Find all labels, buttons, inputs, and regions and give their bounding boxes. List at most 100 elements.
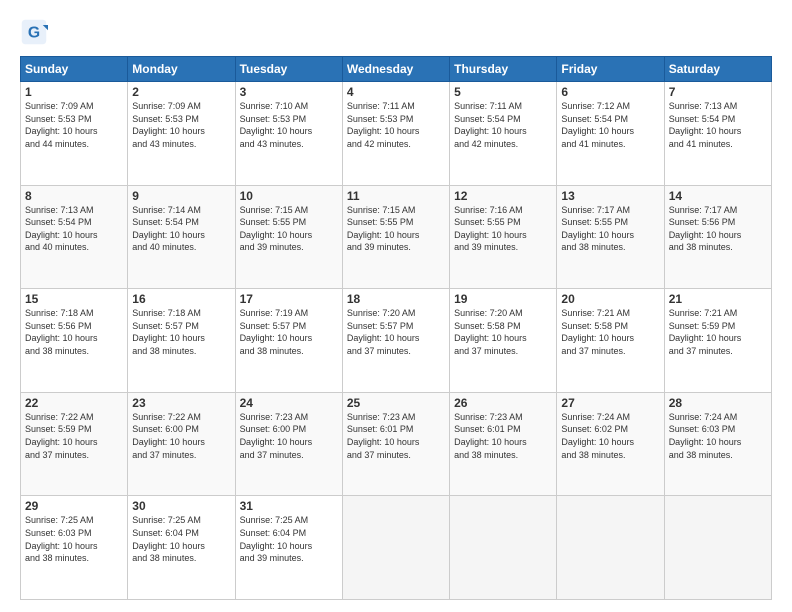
calendar-cell: 20Sunrise: 7:21 AMSunset: 5:58 PMDayligh… <box>557 289 664 393</box>
day-info: Sunrise: 7:24 AMSunset: 6:03 PMDaylight:… <box>669 411 767 461</box>
day-number: 22 <box>25 396 123 410</box>
day-info: Sunrise: 7:11 AMSunset: 5:53 PMDaylight:… <box>347 100 445 150</box>
day-info: Sunrise: 7:23 AMSunset: 6:01 PMDaylight:… <box>347 411 445 461</box>
calendar-cell: 7Sunrise: 7:13 AMSunset: 5:54 PMDaylight… <box>664 82 771 186</box>
day-number: 30 <box>132 499 230 513</box>
day-number: 12 <box>454 189 552 203</box>
day-number: 25 <box>347 396 445 410</box>
day-info: Sunrise: 7:17 AMSunset: 5:55 PMDaylight:… <box>561 204 659 254</box>
calendar-cell: 25Sunrise: 7:23 AMSunset: 6:01 PMDayligh… <box>342 392 449 496</box>
day-info: Sunrise: 7:23 AMSunset: 6:00 PMDaylight:… <box>240 411 338 461</box>
calendar-cell: 8Sunrise: 7:13 AMSunset: 5:54 PMDaylight… <box>21 185 128 289</box>
calendar-cell: 14Sunrise: 7:17 AMSunset: 5:56 PMDayligh… <box>664 185 771 289</box>
day-info: Sunrise: 7:17 AMSunset: 5:56 PMDaylight:… <box>669 204 767 254</box>
day-number: 23 <box>132 396 230 410</box>
calendar-week-1: 1Sunrise: 7:09 AMSunset: 5:53 PMDaylight… <box>21 82 772 186</box>
calendar-cell: 30Sunrise: 7:25 AMSunset: 6:04 PMDayligh… <box>128 496 235 600</box>
day-info: Sunrise: 7:15 AMSunset: 5:55 PMDaylight:… <box>347 204 445 254</box>
day-info: Sunrise: 7:20 AMSunset: 5:58 PMDaylight:… <box>454 307 552 357</box>
day-number: 16 <box>132 292 230 306</box>
calendar-header-row: SundayMondayTuesdayWednesdayThursdayFrid… <box>21 57 772 82</box>
day-info: Sunrise: 7:09 AMSunset: 5:53 PMDaylight:… <box>25 100 123 150</box>
calendar-cell: 28Sunrise: 7:24 AMSunset: 6:03 PMDayligh… <box>664 392 771 496</box>
day-number: 13 <box>561 189 659 203</box>
day-info: Sunrise: 7:10 AMSunset: 5:53 PMDaylight:… <box>240 100 338 150</box>
day-info: Sunrise: 7:19 AMSunset: 5:57 PMDaylight:… <box>240 307 338 357</box>
calendar-cell: 10Sunrise: 7:15 AMSunset: 5:55 PMDayligh… <box>235 185 342 289</box>
day-info: Sunrise: 7:25 AMSunset: 6:03 PMDaylight:… <box>25 514 123 564</box>
day-info: Sunrise: 7:14 AMSunset: 5:54 PMDaylight:… <box>132 204 230 254</box>
day-info: Sunrise: 7:25 AMSunset: 6:04 PMDaylight:… <box>240 514 338 564</box>
calendar-cell: 11Sunrise: 7:15 AMSunset: 5:55 PMDayligh… <box>342 185 449 289</box>
calendar-cell: 13Sunrise: 7:17 AMSunset: 5:55 PMDayligh… <box>557 185 664 289</box>
day-number: 4 <box>347 85 445 99</box>
calendar-cell: 15Sunrise: 7:18 AMSunset: 5:56 PMDayligh… <box>21 289 128 393</box>
logo-icon: G <box>20 18 48 46</box>
day-number: 5 <box>454 85 552 99</box>
day-header-monday: Monday <box>128 57 235 82</box>
day-number: 9 <box>132 189 230 203</box>
day-number: 19 <box>454 292 552 306</box>
calendar-week-3: 15Sunrise: 7:18 AMSunset: 5:56 PMDayligh… <box>21 289 772 393</box>
calendar-cell: 4Sunrise: 7:11 AMSunset: 5:53 PMDaylight… <box>342 82 449 186</box>
day-header-friday: Friday <box>557 57 664 82</box>
calendar-cell: 2Sunrise: 7:09 AMSunset: 5:53 PMDaylight… <box>128 82 235 186</box>
calendar-cell <box>450 496 557 600</box>
calendar-week-2: 8Sunrise: 7:13 AMSunset: 5:54 PMDaylight… <box>21 185 772 289</box>
calendar-table: SundayMondayTuesdayWednesdayThursdayFrid… <box>20 56 772 600</box>
day-info: Sunrise: 7:21 AMSunset: 5:59 PMDaylight:… <box>669 307 767 357</box>
day-number: 18 <box>347 292 445 306</box>
calendar-cell: 31Sunrise: 7:25 AMSunset: 6:04 PMDayligh… <box>235 496 342 600</box>
day-info: Sunrise: 7:24 AMSunset: 6:02 PMDaylight:… <box>561 411 659 461</box>
day-header-saturday: Saturday <box>664 57 771 82</box>
day-info: Sunrise: 7:21 AMSunset: 5:58 PMDaylight:… <box>561 307 659 357</box>
day-info: Sunrise: 7:22 AMSunset: 5:59 PMDaylight:… <box>25 411 123 461</box>
day-number: 17 <box>240 292 338 306</box>
day-header-tuesday: Tuesday <box>235 57 342 82</box>
day-info: Sunrise: 7:25 AMSunset: 6:04 PMDaylight:… <box>132 514 230 564</box>
day-number: 6 <box>561 85 659 99</box>
day-info: Sunrise: 7:22 AMSunset: 6:00 PMDaylight:… <box>132 411 230 461</box>
day-number: 26 <box>454 396 552 410</box>
page: G SundayMondayTuesdayWednesdayThursdayFr… <box>0 0 792 612</box>
calendar-cell: 16Sunrise: 7:18 AMSunset: 5:57 PMDayligh… <box>128 289 235 393</box>
calendar-cell: 21Sunrise: 7:21 AMSunset: 5:59 PMDayligh… <box>664 289 771 393</box>
day-number: 15 <box>25 292 123 306</box>
calendar-cell <box>664 496 771 600</box>
calendar-cell: 12Sunrise: 7:16 AMSunset: 5:55 PMDayligh… <box>450 185 557 289</box>
calendar-cell: 18Sunrise: 7:20 AMSunset: 5:57 PMDayligh… <box>342 289 449 393</box>
day-number: 7 <box>669 85 767 99</box>
day-number: 11 <box>347 189 445 203</box>
header: G <box>20 18 772 46</box>
calendar-cell: 9Sunrise: 7:14 AMSunset: 5:54 PMDaylight… <box>128 185 235 289</box>
day-info: Sunrise: 7:18 AMSunset: 5:56 PMDaylight:… <box>25 307 123 357</box>
calendar-cell: 19Sunrise: 7:20 AMSunset: 5:58 PMDayligh… <box>450 289 557 393</box>
day-info: Sunrise: 7:20 AMSunset: 5:57 PMDaylight:… <box>347 307 445 357</box>
day-info: Sunrise: 7:09 AMSunset: 5:53 PMDaylight:… <box>132 100 230 150</box>
calendar-cell: 29Sunrise: 7:25 AMSunset: 6:03 PMDayligh… <box>21 496 128 600</box>
day-number: 2 <box>132 85 230 99</box>
logo: G <box>20 18 54 46</box>
day-header-sunday: Sunday <box>21 57 128 82</box>
day-info: Sunrise: 7:11 AMSunset: 5:54 PMDaylight:… <box>454 100 552 150</box>
day-number: 20 <box>561 292 659 306</box>
calendar-cell: 22Sunrise: 7:22 AMSunset: 5:59 PMDayligh… <box>21 392 128 496</box>
calendar-cell <box>557 496 664 600</box>
day-number: 29 <box>25 499 123 513</box>
day-number: 3 <box>240 85 338 99</box>
calendar-cell: 26Sunrise: 7:23 AMSunset: 6:01 PMDayligh… <box>450 392 557 496</box>
calendar-cell: 5Sunrise: 7:11 AMSunset: 5:54 PMDaylight… <box>450 82 557 186</box>
day-number: 28 <box>669 396 767 410</box>
calendar-cell: 1Sunrise: 7:09 AMSunset: 5:53 PMDaylight… <box>21 82 128 186</box>
calendar-cell: 6Sunrise: 7:12 AMSunset: 5:54 PMDaylight… <box>557 82 664 186</box>
day-info: Sunrise: 7:12 AMSunset: 5:54 PMDaylight:… <box>561 100 659 150</box>
calendar-week-5: 29Sunrise: 7:25 AMSunset: 6:03 PMDayligh… <box>21 496 772 600</box>
calendar-cell: 27Sunrise: 7:24 AMSunset: 6:02 PMDayligh… <box>557 392 664 496</box>
day-info: Sunrise: 7:18 AMSunset: 5:57 PMDaylight:… <box>132 307 230 357</box>
calendar-week-4: 22Sunrise: 7:22 AMSunset: 5:59 PMDayligh… <box>21 392 772 496</box>
day-number: 8 <box>25 189 123 203</box>
day-info: Sunrise: 7:16 AMSunset: 5:55 PMDaylight:… <box>454 204 552 254</box>
day-number: 10 <box>240 189 338 203</box>
day-number: 1 <box>25 85 123 99</box>
day-number: 27 <box>561 396 659 410</box>
